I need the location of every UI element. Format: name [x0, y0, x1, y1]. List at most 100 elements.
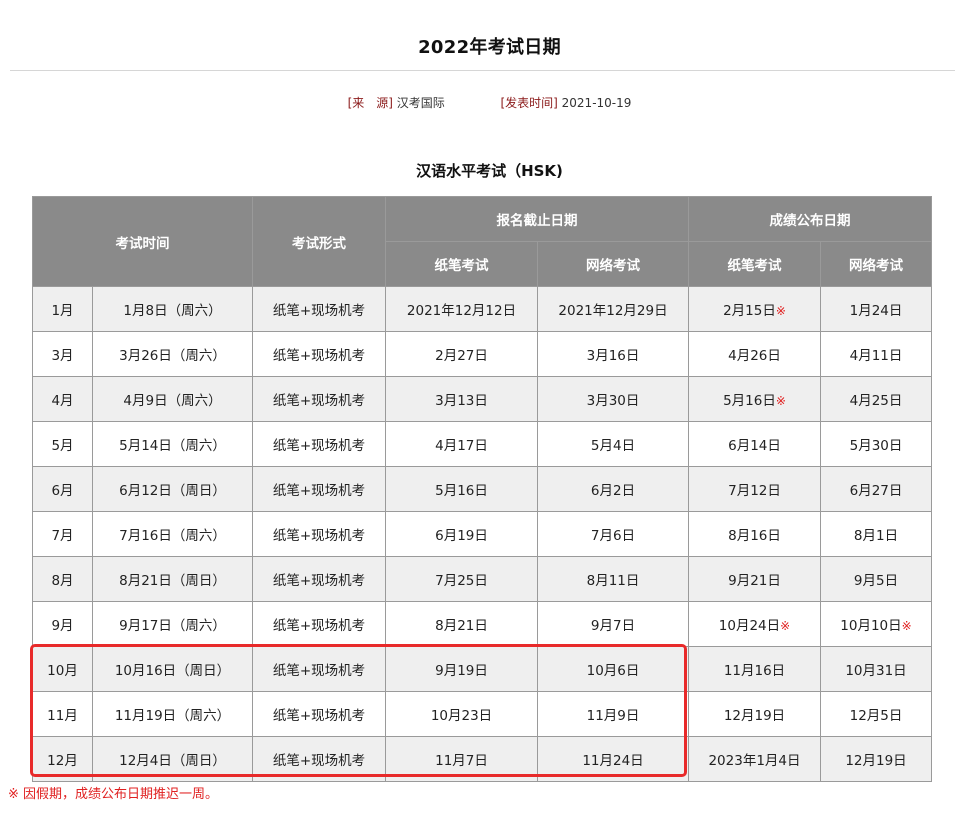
cell-reg-online: 8月11日 [537, 556, 689, 602]
cell-score-paper-text: 6月14日 [728, 438, 781, 454]
cell-reg-online-text: 6月2日 [590, 483, 636, 499]
table-row: 9月 9月17日（周六） 纸笔+现场机考 8月21日 9月7日 10月24日※ 10月10日… [32, 601, 932, 647]
cell-score-online: 9月5日 [820, 556, 932, 602]
title-divider [10, 70, 955, 71]
cell-reg-online: 11月24日 [537, 736, 689, 782]
table-row: 7月 7月16日（周六） 纸笔+现场机考 6月19日 7月6日 8月16日 8月1日 [32, 511, 932, 557]
cell-reg-online-text: 11月9日 [586, 708, 640, 724]
cell-exam-format-text: 纸笔+现场机考 [272, 708, 366, 724]
cell-reg-online-text: 7月6日 [590, 528, 636, 544]
cell-reg-paper: 2月27日 [385, 331, 538, 377]
cell-exam-date-text: 9月17日（周六） [119, 618, 226, 634]
cell-month-text: 11月 [47, 708, 78, 724]
cell-reg-online: 11月9日 [537, 691, 689, 737]
header-reg-online: 网络考试 [537, 241, 689, 287]
table-body: 1月 1月8日（周六） 纸笔+现场机考 2021年12月12日 2021年12月29日 2… [32, 286, 932, 782]
footnote: ※ 因假期，成绩公布日期推迟一周。 [8, 787, 219, 802]
cell-score-online-text: 10月31日 [845, 663, 907, 679]
delay-mark: ※ [901, 619, 912, 633]
cell-reg-online: 7月6日 [537, 511, 689, 557]
cell-reg-online-text: 8月11日 [586, 573, 640, 589]
cell-reg-paper: 9月19日 [385, 646, 538, 692]
cell-exam-date: 1月8日（周六） [92, 286, 253, 332]
cell-month: 3月 [32, 331, 93, 377]
cell-reg-paper-text: 3月13日 [435, 393, 488, 409]
cell-month: 7月 [32, 511, 93, 557]
header-exam-format: 考试形式 [252, 196, 386, 287]
published-label: [发表时间] [500, 96, 558, 110]
cell-score-paper: 9月21日 [688, 556, 821, 602]
cell-reg-paper-text: 4月17日 [435, 438, 488, 454]
cell-exam-format: 纸笔+现场机考 [252, 646, 386, 692]
cell-score-paper: 11月16日 [688, 646, 821, 692]
cell-exam-date: 7月16日（周六） [92, 511, 253, 557]
cell-score-paper: 4月26日 [688, 331, 821, 377]
cell-month-text: 12月 [47, 753, 78, 769]
cell-exam-date-text: 8月21日（周日） [119, 573, 226, 589]
cell-exam-format: 纸笔+现场机考 [252, 331, 386, 377]
cell-exam-format: 纸笔+现场机考 [252, 286, 386, 332]
table-row: 1月 1月8日（周六） 纸笔+现场机考 2021年12月12日 2021年12月29日 2… [32, 286, 932, 332]
cell-exam-date-text: 5月14日（周六） [119, 438, 226, 454]
cell-exam-format: 纸笔+现场机考 [252, 691, 386, 737]
cell-exam-format-text: 纸笔+现场机考 [272, 753, 366, 769]
cell-score-online: 4月11日 [820, 331, 932, 377]
cell-exam-format: 纸笔+现场机考 [252, 556, 386, 602]
cell-score-paper: 8月16日 [688, 511, 821, 557]
cell-exam-format: 纸笔+现场机考 [252, 511, 386, 557]
cell-reg-online: 5月4日 [537, 421, 689, 467]
cell-month: 11月 [32, 691, 93, 737]
cell-exam-date-text: 7月16日（周六） [119, 528, 226, 544]
cell-score-online: 8月1日 [820, 511, 932, 557]
cell-exam-format: 纸笔+现场机考 [252, 466, 386, 512]
cell-exam-format: 纸笔+现场机考 [252, 376, 386, 422]
cell-reg-online-text: 5月4日 [590, 438, 636, 454]
cell-score-online: 10月10日※ [820, 601, 932, 647]
header-score-paper: 纸笔考试 [688, 241, 821, 287]
cell-score-paper-text: 10月24日 [718, 618, 781, 634]
cell-month: 8月 [32, 556, 93, 602]
cell-exam-date-text: 4月9日（周六） [123, 393, 222, 409]
cell-score-online-text: 12月5日 [849, 708, 903, 724]
cell-exam-format: 纸笔+现场机考 [252, 601, 386, 647]
page-title: 2022年考试日期 [418, 37, 561, 58]
table-row: 11月 11月19日（周六） 纸笔+现场机考 10月23日 11月9日 12月19日 12月… [32, 691, 932, 737]
cell-exam-date: 11月19日（周六） [92, 691, 253, 737]
cell-exam-format-text: 纸笔+现场机考 [272, 483, 366, 499]
cell-reg-paper-text: 11月7日 [435, 753, 488, 769]
table-row: 10月 10月16日（周日） 纸笔+现场机考 9月19日 10月6日 11月16日 10月3… [32, 646, 932, 692]
cell-score-online: 1月24日 [820, 286, 932, 332]
delay-mark: ※ [775, 304, 786, 318]
cell-score-paper: 10月24日※ [688, 601, 821, 647]
cell-reg-paper: 10月23日 [385, 691, 538, 737]
cell-month: 10月 [32, 646, 93, 692]
cell-score-online-text: 10月10日 [840, 618, 902, 634]
cell-reg-paper-text: 8月21日 [435, 618, 488, 634]
header-registration-deadline: 报名截止日期 [385, 196, 689, 242]
cell-score-paper-text: 4月26日 [728, 348, 781, 364]
cell-exam-format-text: 纸笔+现场机考 [272, 438, 366, 454]
cell-exam-format-text: 纸笔+现场机考 [272, 393, 366, 409]
cell-exam-date-text: 1月8日（周六） [123, 303, 222, 319]
cell-score-paper-text: 2023年1月4日 [708, 753, 801, 769]
section-title: 汉语水平考试（HSK) [416, 162, 563, 180]
cell-exam-date-text: 6月12日（周日） [119, 483, 226, 499]
cell-score-paper-text: 7月12日 [728, 483, 781, 499]
cell-reg-paper-text: 6月19日 [435, 528, 488, 544]
cell-reg-online-text: 2021年12月29日 [558, 303, 668, 319]
cell-reg-paper-text: 10月23日 [430, 708, 493, 724]
published-value: 2021-10-19 [561, 96, 632, 110]
cell-score-paper: 2月15日※ [688, 286, 821, 332]
cell-month-text: 7月 [51, 528, 74, 544]
cell-exam-format-text: 纸笔+现场机考 [272, 663, 366, 679]
cell-reg-paper-text: 9月19日 [435, 663, 488, 679]
cell-score-paper: 2023年1月4日 [688, 736, 821, 782]
cell-reg-paper: 2021年12月12日 [385, 286, 538, 332]
cell-month-text: 9月 [51, 618, 74, 634]
cell-exam-date-text: 10月16日（周日） [114, 663, 231, 679]
cell-month-text: 4月 [51, 393, 74, 409]
cell-month-text: 3月 [51, 348, 74, 364]
cell-month-text: 1月 [51, 303, 74, 319]
header-reg-paper: 纸笔考试 [385, 241, 538, 287]
cell-score-online-text: 8月1日 [853, 528, 899, 544]
